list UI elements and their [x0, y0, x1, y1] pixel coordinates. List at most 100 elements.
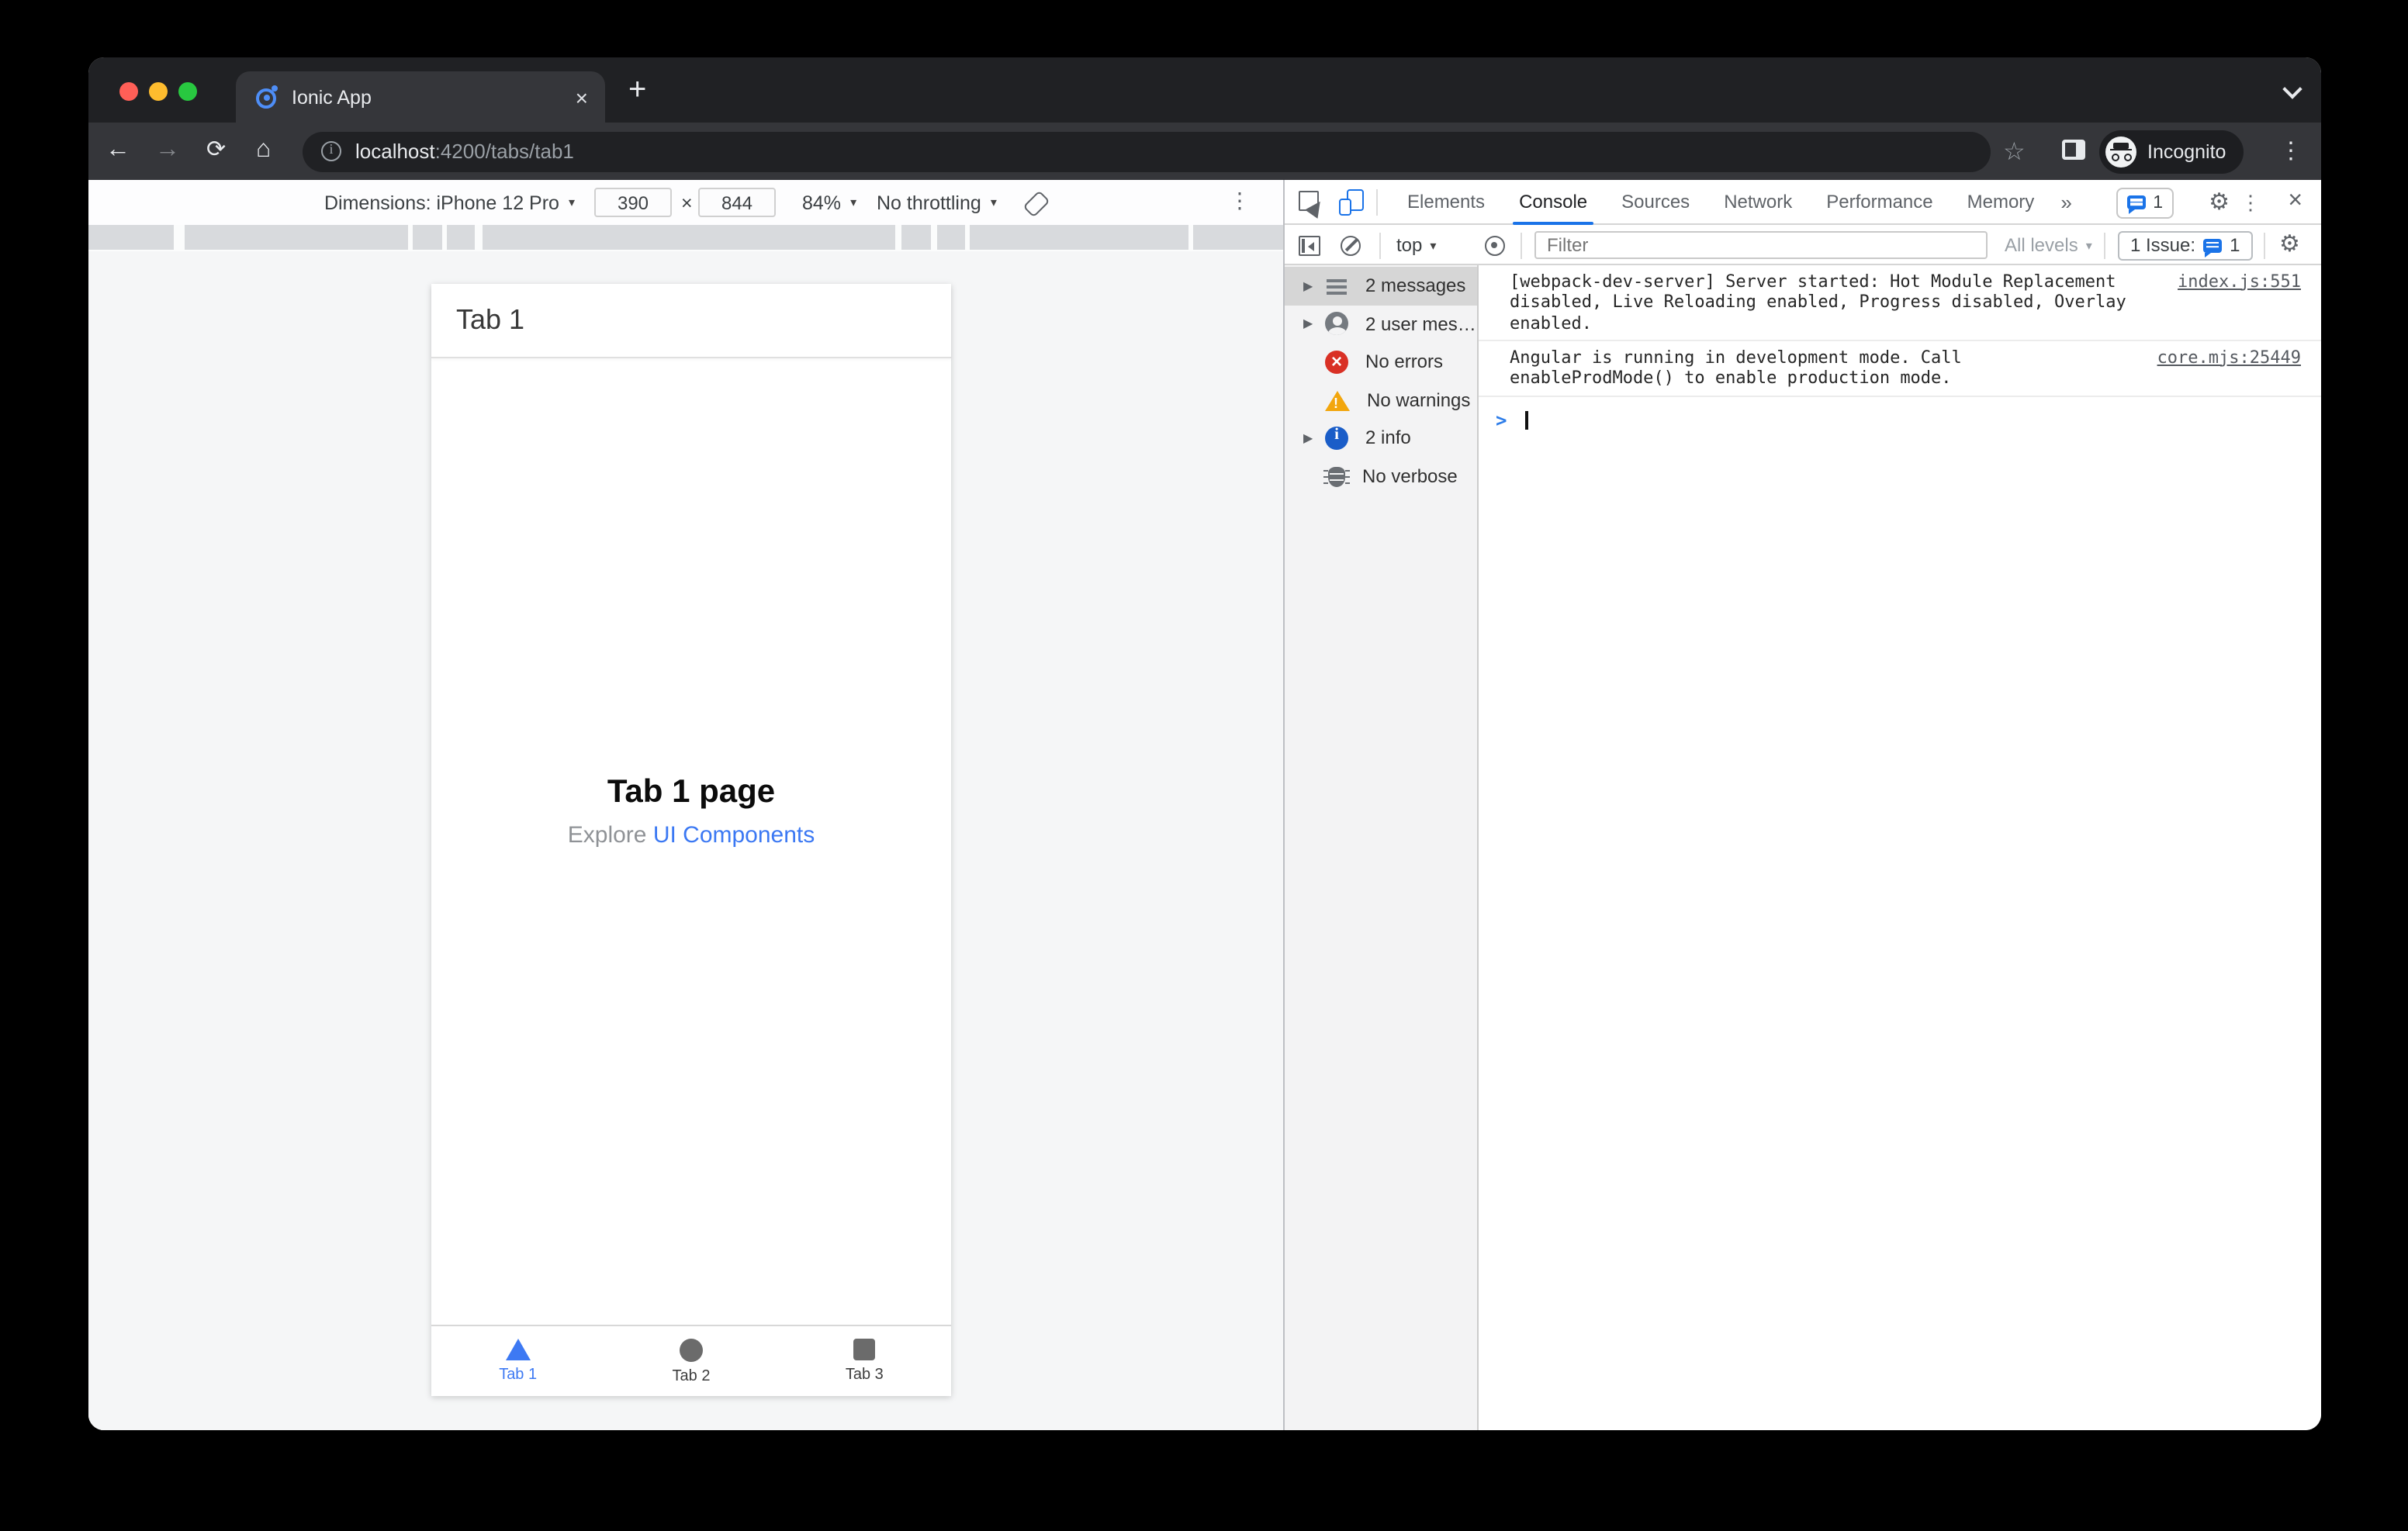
incognito-badge: Incognito: [2099, 130, 2244, 173]
prompt-chevron-icon: >: [1496, 409, 1507, 430]
browser-menu-icon[interactable]: ⋮: [2279, 137, 2302, 164]
app-content: Tab 1 page Explore UI Components: [431, 358, 951, 1325]
browser-window: Ionic App × + ← → ⟳ ⌂ localhost:4200/tab…: [88, 57, 2321, 1430]
speech-bubble-icon: [2126, 195, 2146, 214]
app-tab-2[interactable]: Tab 2: [604, 1326, 777, 1396]
source-link[interactable]: core.mjs:25449: [2157, 347, 2301, 368]
device-zoom-select[interactable]: 84% ▾: [802, 180, 856, 225]
app-header: Tab 1: [431, 284, 951, 358]
tab-search-chevron-icon[interactable]: [2285, 82, 2299, 96]
media-query-segment[interactable]: [88, 225, 174, 250]
ui-components-link[interactable]: UI Components: [653, 822, 815, 848]
sidebar-item-warnings[interactable]: No warnings: [1285, 381, 1477, 419]
new-tab-button[interactable]: +: [628, 73, 646, 109]
devtools-close-icon[interactable]: ×: [2288, 188, 2302, 214]
issues-button[interactable]: 1 Issue: 1: [2118, 230, 2253, 260]
incognito-icon: [2105, 136, 2136, 167]
back-button[interactable]: ←: [106, 137, 130, 164]
device-emulation-pane: Dimensions: iPhone 12 Pro ▾ × 84% ▾ No t…: [88, 180, 1283, 1430]
chevron-down-icon: ▾: [1430, 238, 1437, 252]
sidebar-item-info[interactable]: ▶ 2 info: [1285, 419, 1477, 457]
chat-issues-badge[interactable]: 1: [2116, 187, 2174, 218]
log-levels-select[interactable]: All levels ▾: [2005, 225, 2092, 265]
bookmark-star-icon[interactable]: ☆: [2003, 137, 2026, 168]
app-tab-1[interactable]: Tab 1: [431, 1326, 604, 1396]
sidebar-item-messages[interactable]: ▶ 2 messages: [1285, 267, 1477, 305]
rotate-device-icon[interactable]: [1022, 190, 1050, 218]
media-query-segment[interactable]: [413, 225, 442, 250]
close-window-button[interactable]: [119, 82, 138, 101]
sidebar-item-user-messages[interactable]: ▶ 2 user mes…: [1285, 305, 1477, 343]
info-icon: [1325, 426, 1348, 450]
media-query-segment[interactable]: [901, 225, 931, 250]
device-height-input[interactable]: [698, 188, 776, 217]
tab-memory[interactable]: Memory: [1950, 180, 2052, 225]
divider: [2104, 232, 2105, 258]
expander-icon[interactable]: ▶: [1303, 279, 1325, 293]
minimize-window-button[interactable]: [149, 82, 168, 101]
chevron-down-icon: ▾: [568, 195, 575, 209]
app-tab-3[interactable]: Tab 3: [778, 1326, 951, 1396]
device-dimensions-select[interactable]: Dimensions: iPhone 12 Pro ▾: [324, 180, 575, 225]
home-button[interactable]: ⌂: [256, 137, 271, 164]
tab-console[interactable]: Console: [1502, 180, 1604, 225]
tab-network[interactable]: Network: [1707, 180, 1809, 225]
tab-elements[interactable]: Elements: [1390, 180, 1502, 225]
more-tabs-icon[interactable]: »: [2051, 180, 2081, 225]
divider: [1376, 189, 1378, 216]
divider: [2264, 232, 2265, 258]
circle-icon: [680, 1338, 703, 1361]
reload-button[interactable]: ⟳: [206, 137, 226, 164]
chevron-down-icon: ▾: [990, 195, 997, 209]
list-icon: [1325, 275, 1348, 298]
devtools-menu-icon[interactable]: ⋮: [2240, 191, 2261, 216]
page-title: Tab 1 page: [607, 773, 776, 810]
devtools-settings-icon[interactable]: ⚙: [2209, 191, 2230, 214]
device-toolbar-toggle-icon[interactable]: [1339, 189, 1364, 216]
device-toolbar: Dimensions: iPhone 12 Pro ▾ × 84% ▾ No t…: [88, 180, 1283, 225]
sidebar-item-errors[interactable]: No errors: [1285, 343, 1477, 381]
tab-sources[interactable]: Sources: [1604, 180, 1707, 225]
console-message: [webpack-dev-server] Server started: Hot…: [1479, 265, 2321, 341]
triangle-icon: [505, 1339, 531, 1360]
console-filter-input[interactable]: [1534, 231, 1988, 259]
media-query-segment[interactable]: [185, 225, 408, 250]
console-message: Angular is running in development mode. …: [1479, 341, 2321, 396]
speech-bubble-icon: [2203, 238, 2223, 257]
console-prompt[interactable]: >: [1479, 396, 2321, 430]
device-throttling-select[interactable]: No throttling ▾: [877, 180, 997, 225]
forward-button[interactable]: →: [155, 137, 180, 164]
source-link[interactable]: index.js:551: [2178, 271, 2301, 292]
screen: Ionic App × + ← → ⟳ ⌂ localhost:4200/tab…: [0, 0, 2408, 1531]
divider: [1521, 232, 1522, 258]
side-panel-icon[interactable]: [2062, 140, 2085, 160]
console-settings-icon[interactable]: ⚙: [2279, 233, 2300, 256]
device-toolbar-menu-icon[interactable]: ⋮: [1229, 188, 1251, 214]
url-text: localhost:4200/tabs/tab1: [355, 140, 574, 163]
device-width-input[interactable]: [594, 188, 672, 217]
media-query-segment[interactable]: [1193, 225, 1283, 250]
user-icon: [1325, 312, 1348, 336]
media-query-segment[interactable]: [483, 225, 895, 250]
tab-performance[interactable]: Performance: [1809, 180, 1950, 225]
live-expression-eye-icon[interactable]: [1485, 235, 1505, 255]
inspect-element-icon[interactable]: [1299, 191, 1319, 211]
expander-icon[interactable]: ▶: [1303, 431, 1325, 445]
console-context-select[interactable]: top ▾: [1396, 225, 1436, 265]
browser-tab[interactable]: Ionic App ×: [236, 71, 605, 123]
media-query-segment[interactable]: [937, 225, 965, 250]
media-query-segment[interactable]: [447, 225, 475, 250]
clear-console-icon[interactable]: [1341, 235, 1361, 255]
maximize-window-button[interactable]: [178, 82, 197, 101]
media-query-segment[interactable]: [970, 225, 1188, 250]
devtools-tab-bar: Elements Console Sources Network Perform…: [1285, 180, 2321, 225]
expander-icon[interactable]: ▶: [1303, 317, 1325, 331]
site-info-icon[interactable]: [321, 141, 341, 161]
console-sidebar-toggle-icon[interactable]: [1299, 235, 1320, 255]
sidebar-item-verbose[interactable]: No verbose: [1285, 457, 1477, 495]
tab-close-icon[interactable]: ×: [576, 86, 588, 108]
console-sidebar: ▶ 2 messages ▶ 2 user mes… No er: [1285, 265, 1479, 1430]
devtools-panel: Elements Console Sources Network Perform…: [1283, 180, 2321, 1430]
warning-icon: [1325, 390, 1350, 411]
address-bar[interactable]: localhost:4200/tabs/tab1: [303, 131, 1991, 171]
